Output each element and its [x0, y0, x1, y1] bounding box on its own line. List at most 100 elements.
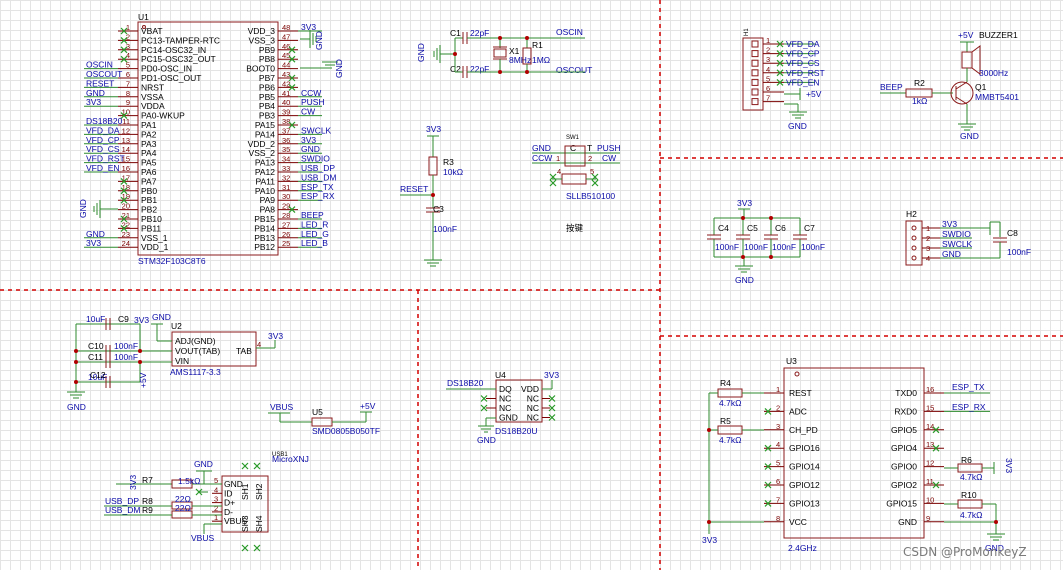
c8-val: 100nF — [1007, 247, 1031, 257]
h1-pin-num: 4 — [766, 65, 770, 74]
usb-3v3: 3V3 — [128, 475, 138, 490]
c1-ref: C1 — [450, 28, 461, 38]
usb-gnd: GND — [194, 459, 213, 469]
ldo-regulator[interactable]: U2 ADJ(GND) VOUT(TAB) VIN TAB 4 AMS1117-… — [67, 312, 283, 412]
decoupling-power: 3V3 — [737, 198, 752, 208]
q1-part: MMBT5401 — [975, 92, 1019, 102]
gnd-label: GND — [334, 59, 344, 78]
u1-pin-num: 34 — [282, 155, 290, 164]
u1-pin-num: 5 — [126, 61, 130, 70]
u1-ref: U1 — [138, 12, 149, 22]
usb-connector[interactable]: USB1 MicroXNJ GND5ID4D+3D-2VBUS1 SH1 SH2… — [104, 452, 309, 552]
vfd-header-h1[interactable]: H1 1 VFD_DA 2 VFD_CP 3 VFD_CS 4 VFD_RST 5 VFD_EN 6… — [742, 28, 825, 131]
esp-pin-name: ADC — [789, 406, 807, 416]
temp-sensor-ds18b20[interactable]: U4 DQNCNCGNDVDDNCNCNC DS18B20U DS18B20 3… — [446, 370, 559, 445]
u1-pin-num: 7 — [126, 79, 130, 88]
u3-ref: U3 — [786, 356, 797, 366]
u1-pin-num: 46 — [282, 42, 290, 51]
r1-val: 1MΩ — [532, 55, 550, 65]
u1-net-label: VFD_EN — [86, 163, 120, 173]
usb-sh1: SH1 — [240, 483, 250, 500]
button-caption: 按键 — [566, 223, 584, 234]
esp-pin-num: 16 — [926, 385, 934, 394]
usb-vbus: VBUS — [191, 533, 214, 543]
encoder-switch[interactable]: SW1 GND CCW PUSH CW C T 1 2 4 5 SLLB5101… — [532, 135, 621, 234]
u1-pin-num: 20 — [122, 202, 130, 211]
h1-5v: +5V — [806, 89, 822, 99]
c8-ref: C8 — [1007, 228, 1018, 238]
esp-pin-num: 10 — [926, 495, 934, 504]
ds-pin-left: DQ — [499, 384, 512, 394]
u1-net-label: 3V3 — [301, 22, 316, 32]
h1-ref: H1 — [744, 28, 750, 36]
ds-gnd: GND — [477, 435, 496, 445]
u1-part: STM32F103C8T6 — [138, 256, 206, 266]
r5-ref: R5 — [720, 416, 731, 426]
esp-pin-num: 14 — [926, 422, 934, 431]
u1-pin-num: 37 — [282, 126, 290, 135]
esp-pin-num: 9 — [926, 514, 930, 523]
h1-gnd: GND — [788, 121, 807, 131]
u1-pin-num: 31 — [282, 183, 290, 192]
esp-pin-name: VCC — [789, 517, 807, 527]
h1-pin-num: 6 — [766, 84, 770, 93]
u1-pin-num: 16 — [122, 164, 130, 173]
ldo-cap-val: 10uF — [86, 314, 105, 324]
esp-r6-power: 3V3 — [1004, 458, 1014, 473]
u1-pin-num: 47 — [282, 32, 290, 41]
h1-net-label: VFD_EN — [786, 77, 820, 87]
ldo-part: AMS1117-3.3 — [170, 367, 221, 377]
r4-ref: R4 — [720, 378, 731, 388]
esp-pin-name: GPIO13 — [789, 498, 820, 508]
u1-pin-num: 1 — [126, 23, 130, 32]
u3-part: 2.4GHz — [788, 543, 817, 553]
u1-pin-num: 27 — [282, 220, 290, 229]
u5-part: SMD0805B050TF — [312, 426, 380, 436]
u1-pin-num: 33 — [282, 164, 290, 173]
enc-net-ccw: CCW — [532, 153, 552, 163]
r2-ref: R2 — [914, 78, 925, 88]
fuse-u5[interactable]: VBUS U5 SMD0805B050TF +5V — [268, 401, 380, 436]
esp-rx: ESP_RX — [952, 402, 986, 412]
r7-val: 1.5kΩ — [178, 476, 200, 486]
ldo-cap-ref: C12 — [90, 370, 106, 380]
h1-pin-num: 3 — [766, 55, 770, 64]
u1-net-label: ESP_RX — [301, 191, 335, 201]
u1-pin-num: 9 — [126, 98, 130, 107]
h1-net-label: VFD_RST — [786, 68, 825, 78]
r2-val: 1kΩ — [912, 96, 927, 106]
esp-pin-name: GPIO14 — [789, 462, 820, 472]
wifi-module-u3[interactable]: U3 2.4GHz REST 1 ADC 2 CH_PD 3 GPIO16 4 GPIO14 5 G… — [702, 356, 1014, 553]
watermark: CSDN @ProMonkeyZ — [903, 545, 1027, 559]
gnd-label: GND — [314, 31, 324, 50]
u1-pin-num: 12 — [122, 126, 130, 135]
r1-ref: R1 — [532, 40, 543, 50]
swd-header-h2[interactable]: H2 1 3V3 2 SWDIO 3 SWCLK 4 GND C8 100nF — [905, 209, 1031, 266]
mcu-u1[interactable]: U1 STM32F103C8T6 VBAT1PC13-TAMPER-RTC2PC… — [78, 12, 344, 266]
ldo-cap-val: 100nF — [114, 352, 138, 362]
crystal-circuit[interactable]: C1 22pF C2 22pF X1 8MHz R1 1MΩ OSCIN OSC… — [416, 27, 592, 78]
c3-val: 100nF — [433, 224, 457, 234]
esp-pin-name: RXD0 — [894, 406, 917, 416]
buzzer-circuit[interactable]: +5V BUZZER1 3000Hz BEEP R2 1kΩ Q1 MMBT54… — [880, 30, 1019, 141]
h1-net-label: VFD_CP — [786, 49, 820, 59]
u1-pin-num: 30 — [282, 192, 290, 201]
r6-val: 4.7kΩ — [960, 472, 982, 482]
usb-pin-num: 3 — [214, 495, 218, 504]
net-oscin: OSCIN — [556, 27, 583, 37]
c3-ref: C3 — [433, 204, 444, 214]
ds-net: DS18B20 — [447, 378, 484, 388]
h1-pin-num: 5 — [766, 74, 770, 83]
decoupling-caps[interactable]: 3V3 GND C4 100nF C5 100nF C6 100nF C7 100nF — [707, 198, 825, 285]
sw1-part: SLLB510100 — [566, 191, 615, 201]
decoupling-cap-ref: C7 — [804, 223, 815, 233]
u4-part: DS18B20U — [495, 426, 538, 436]
u1-pin-num: 40 — [282, 98, 290, 107]
u1-pin-num: 29 — [282, 202, 290, 211]
reset-circuit[interactable]: 3V3 R3 10kΩ RESET C3 100nF — [400, 124, 463, 267]
h1-pin-num: 1 — [766, 36, 770, 45]
esp-pin-num: 3 — [776, 422, 780, 431]
u1-pin-num: 4 — [126, 51, 130, 60]
ldo-cap-val: 100nF — [114, 341, 138, 351]
h2-pin-num: 4 — [926, 254, 930, 263]
